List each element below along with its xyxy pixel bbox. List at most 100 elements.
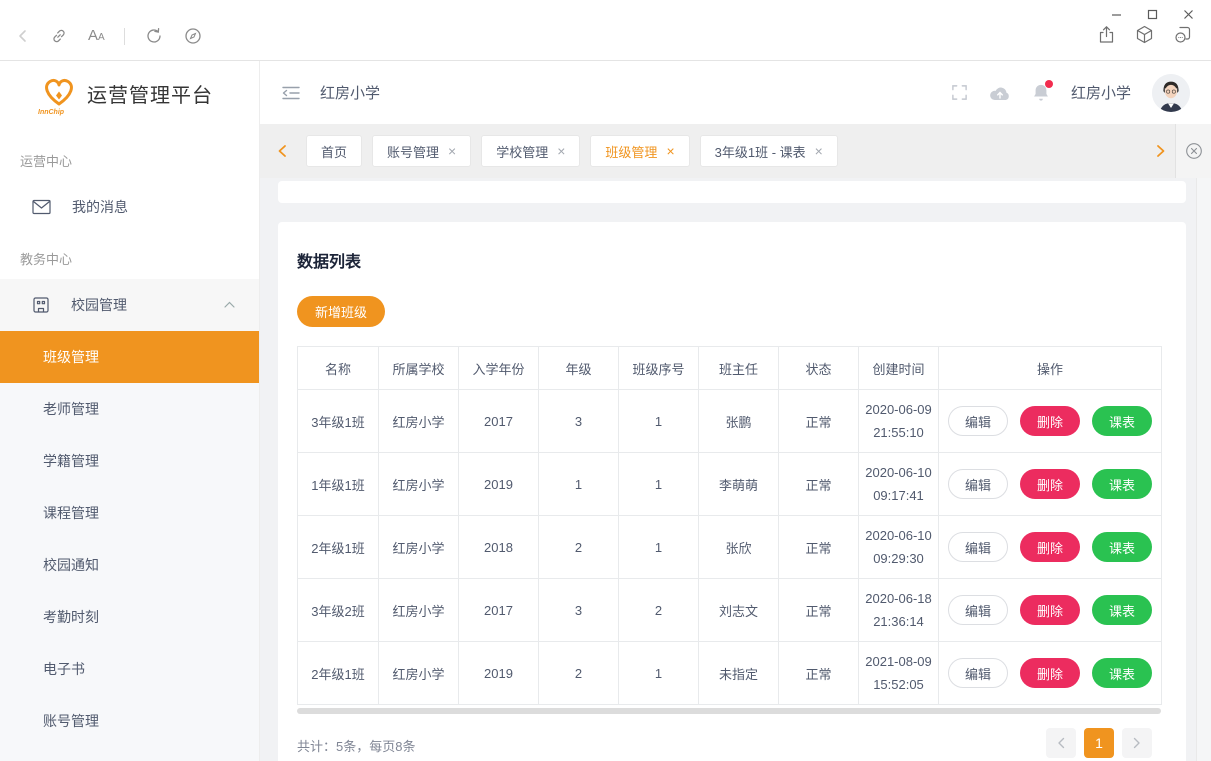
tab-class-schedule[interactable]: 3年级1班 - 课表 (700, 135, 838, 167)
cell-year: 2018 (459, 516, 539, 579)
maximize-button[interactable] (1139, 5, 1165, 23)
notifications-bell-icon[interactable] (1032, 83, 1050, 102)
share-icon[interactable] (1096, 24, 1117, 45)
close-all-tabs-icon[interactable] (1175, 124, 1211, 178)
tab-school-management[interactable]: 学校管理 (481, 135, 580, 167)
tabs-scroll-right-icon[interactable] (1155, 124, 1167, 178)
cell-actions: 编辑 删除 课表 (939, 642, 1162, 705)
minimize-button[interactable] (1103, 5, 1129, 23)
menu-fold-icon[interactable] (282, 85, 300, 101)
user-name[interactable]: 红房小学 (1071, 82, 1131, 103)
sidebar-item-ebook[interactable]: 电子书 (0, 643, 259, 695)
heart-logo-icon: InnChip (38, 71, 80, 115)
schedule-button[interactable]: 课表 (1092, 532, 1152, 562)
cell-created: 2020-06-10 09:17:41 (859, 453, 939, 516)
edit-button[interactable]: 编辑 (948, 658, 1008, 688)
teacher-link[interactable]: 未指定 (699, 642, 779, 705)
cell-grade: 2 (539, 516, 619, 579)
sidebar-submenu: 班级管理 老师管理 学籍管理 课程管理 校园通知 考勤时刻 电子书 账号管理 (0, 331, 259, 761)
data-list-card: 数据列表 新增班级 名称 所属学校 入学年份 年级 班 (278, 222, 1186, 761)
col-year: 入学年份 (459, 347, 539, 390)
col-class-no: 班级序号 (619, 347, 699, 390)
edit-button[interactable]: 编辑 (948, 595, 1008, 625)
sidebar-item-attendance-time[interactable]: 考勤时刻 (0, 591, 259, 643)
plugin-icon[interactable] (1172, 24, 1193, 45)
cell-grade: 1 (539, 453, 619, 516)
tab-account-management[interactable]: 账号管理 (372, 135, 471, 167)
avatar[interactable] (1152, 74, 1190, 112)
filter-panel (278, 181, 1186, 203)
panel-title: 数据列表 (297, 248, 361, 272)
table-row: 3年级2班 红房小学 2017 3 2 刘志文 正常 2020-06-18 21… (298, 579, 1162, 642)
cell-name: 3年级2班 (298, 579, 379, 642)
col-teacher: 班主任 (699, 347, 779, 390)
vertical-scrollbar[interactable] (1196, 178, 1211, 761)
back-icon[interactable] (16, 29, 30, 43)
edit-button[interactable]: 编辑 (948, 469, 1008, 499)
col-name: 名称 (298, 347, 379, 390)
close-tab-icon[interactable] (557, 144, 565, 158)
cell-created: 2021-08-09 15:52:05 (859, 642, 939, 705)
next-page-icon[interactable] (1122, 728, 1152, 758)
cloud-upload-icon[interactable] (989, 85, 1011, 101)
cell-status: 正常 (779, 390, 859, 453)
compass-icon[interactable] (183, 26, 203, 46)
schedule-button[interactable]: 课表 (1092, 595, 1152, 625)
schedule-button[interactable]: 课表 (1092, 469, 1152, 499)
tab-list: 首页 账号管理 学校管理 班级管理 3年级1班 - 课表 (306, 135, 838, 167)
tabs-scroll-left-icon[interactable] (276, 144, 288, 158)
teacher-link[interactable]: 张鹏 (699, 390, 779, 453)
chevron-up-icon (224, 301, 235, 308)
app-window: InnChip 运营管理平台 运营中心 我的消息 教务中心 (0, 0, 1211, 761)
close-button[interactable] (1175, 5, 1201, 23)
cell-status: 正常 (779, 453, 859, 516)
cell-status: 正常 (779, 642, 859, 705)
prev-page-icon[interactable] (1046, 728, 1076, 758)
schedule-button[interactable]: 课表 (1092, 658, 1152, 688)
fullscreen-icon[interactable] (951, 84, 968, 101)
table-row: 2年级1班 红房小学 2018 2 1 张欣 正常 2020-06-10 09:… (298, 516, 1162, 579)
teacher-link[interactable]: 李萌萌 (699, 453, 779, 516)
delete-button[interactable]: 删除 (1020, 658, 1080, 688)
schedule-button[interactable]: 课表 (1092, 406, 1152, 436)
sidebar-item-account-management[interactable]: 账号管理 (0, 695, 259, 747)
delete-button[interactable]: 删除 (1020, 469, 1080, 499)
teacher-link[interactable]: 刘志文 (699, 579, 779, 642)
cell-class-no: 1 (619, 453, 699, 516)
current-page-button[interactable]: 1 (1084, 728, 1114, 758)
delete-button[interactable]: 删除 (1020, 406, 1080, 436)
sidebar-item-teacher-management[interactable]: 老师管理 (0, 383, 259, 435)
link-icon[interactable] (49, 26, 69, 46)
cell-school: 红房小学 (379, 453, 459, 516)
sidebar-item-campus-management[interactable]: 校园管理 (0, 279, 259, 331)
refresh-icon[interactable] (144, 26, 164, 46)
delete-button[interactable]: 删除 (1020, 595, 1080, 625)
delete-button[interactable]: 删除 (1020, 532, 1080, 562)
sidebar-item-class-management[interactable]: 班级管理 (0, 331, 259, 383)
font-size-icon[interactable] (88, 27, 105, 45)
horizontal-scrollbar[interactable] (297, 708, 1161, 714)
table-header-row: 名称 所属学校 入学年份 年级 班级序号 班主任 状态 创建时间 操作 (298, 347, 1162, 390)
close-tab-icon[interactable] (666, 144, 674, 158)
col-grade: 年级 (539, 347, 619, 390)
tab-class-management[interactable]: 班级管理 (590, 135, 689, 167)
sidebar-item-campus-notice[interactable]: 校园通知 (0, 539, 259, 591)
sidebar-item-my-messages[interactable]: 我的消息 (0, 181, 259, 233)
cell-year: 2017 (459, 579, 539, 642)
close-tab-icon[interactable] (448, 144, 456, 158)
mail-icon (32, 199, 51, 215)
sidebar-item-student-records[interactable]: 学籍管理 (0, 435, 259, 487)
teacher-link[interactable]: 张欣 (699, 516, 779, 579)
close-tab-icon[interactable] (815, 144, 823, 158)
edit-button[interactable]: 编辑 (948, 532, 1008, 562)
cube-icon[interactable] (1134, 24, 1155, 45)
cell-year: 2017 (459, 390, 539, 453)
cell-school: 红房小学 (379, 390, 459, 453)
tab-home[interactable]: 首页 (306, 135, 362, 167)
sidebar-item-course-management[interactable]: 课程管理 (0, 487, 259, 539)
tab-bar: 首页 账号管理 学校管理 班级管理 3年级1班 - 课表 (260, 124, 1211, 178)
add-class-button[interactable]: 新增班级 (297, 296, 385, 327)
cell-school: 红房小学 (379, 642, 459, 705)
edit-button[interactable]: 编辑 (948, 406, 1008, 436)
cell-actions: 编辑 删除 课表 (939, 516, 1162, 579)
